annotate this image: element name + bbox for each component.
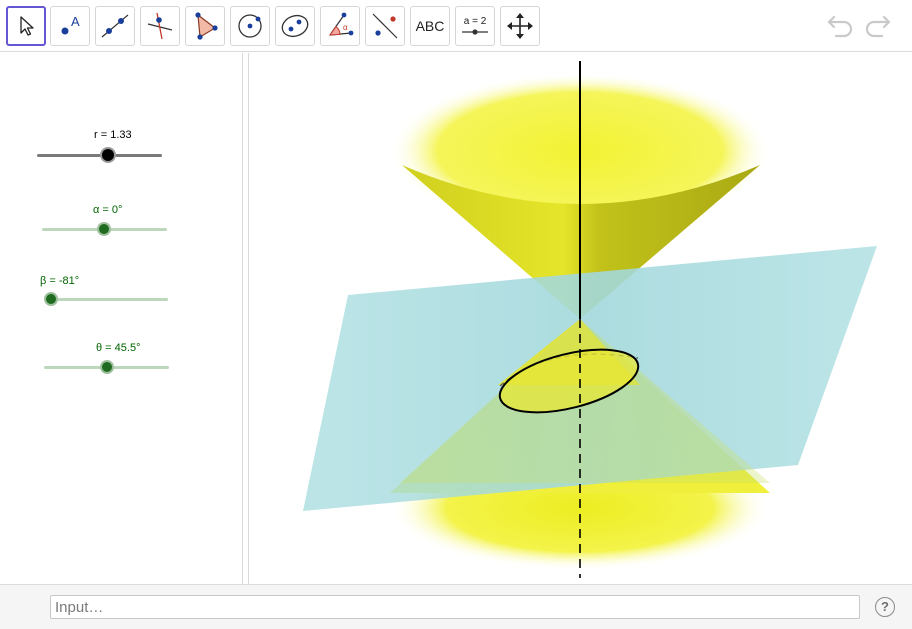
slider-beta-track[interactable] (44, 298, 168, 301)
slider-tool-label: a = 2 (464, 16, 487, 27)
slider-beta-knob[interactable] (44, 292, 58, 306)
slider-theta-knob[interactable] (100, 360, 114, 374)
four-way-arrows-icon (507, 13, 533, 39)
help-button[interactable]: ? (875, 597, 895, 617)
text-tool-button[interactable]: ABC (410, 6, 450, 46)
algebra-input-field[interactable] (50, 595, 860, 619)
polygon-tool-button[interactable] (185, 6, 225, 46)
slider-icon: a = 2 (462, 16, 488, 35)
slider-r-label: r = 1.33 (94, 129, 132, 141)
perpendicular-line-tool-button[interactable] (140, 6, 180, 46)
reflect-about-line-icon (372, 13, 398, 39)
angle-tool-button[interactable]: α (320, 6, 360, 46)
slider-tool-button[interactable]: a = 2 (455, 6, 495, 46)
slider-alpha-knob[interactable] (97, 222, 111, 236)
toolbar: A α ABC a = 2 (0, 0, 912, 52)
point-icon: A (61, 14, 80, 35)
undo-button[interactable] (826, 12, 856, 43)
line-tool-button[interactable] (95, 6, 135, 46)
slider-theta-label: θ = 45.5° (96, 342, 141, 354)
slider-beta-label: β = -81° (40, 275, 80, 287)
3d-scene[interactable] (250, 53, 912, 584)
text-tool-label: ABC (415, 18, 445, 34)
line-icon (101, 14, 129, 38)
algebra-panel: r = 1.33 α = 0° β = -81° θ = 45.5° (0, 53, 242, 584)
conic-tool-button[interactable] (275, 6, 315, 46)
point-tool-button[interactable]: A (50, 6, 90, 46)
polygon-icon (195, 12, 218, 40)
circle-tool-button[interactable] (230, 6, 270, 46)
slider-r-knob[interactable] (100, 147, 116, 163)
graphics-3d-view[interactable] (250, 53, 912, 584)
svg-text:A: A (71, 14, 80, 29)
input-bar: ? (0, 584, 912, 629)
move-tool-button[interactable] (6, 6, 46, 46)
angle-icon: α (328, 12, 354, 36)
svg-text:α: α (343, 23, 348, 32)
circle-with-center-icon (238, 14, 262, 38)
reflect-tool-button[interactable] (365, 6, 405, 46)
redo-button[interactable] (862, 12, 892, 43)
slider-alpha-label: α = 0° (93, 204, 123, 216)
move-graphics-view-tool-button[interactable] (500, 6, 540, 46)
undo-icon (827, 15, 853, 38)
redo-icon (865, 15, 891, 38)
ellipse-icon (281, 14, 309, 38)
perpendicular-line-icon (147, 12, 173, 40)
cursor-arrow-icon (20, 16, 34, 36)
panel-divider[interactable] (242, 53, 249, 584)
